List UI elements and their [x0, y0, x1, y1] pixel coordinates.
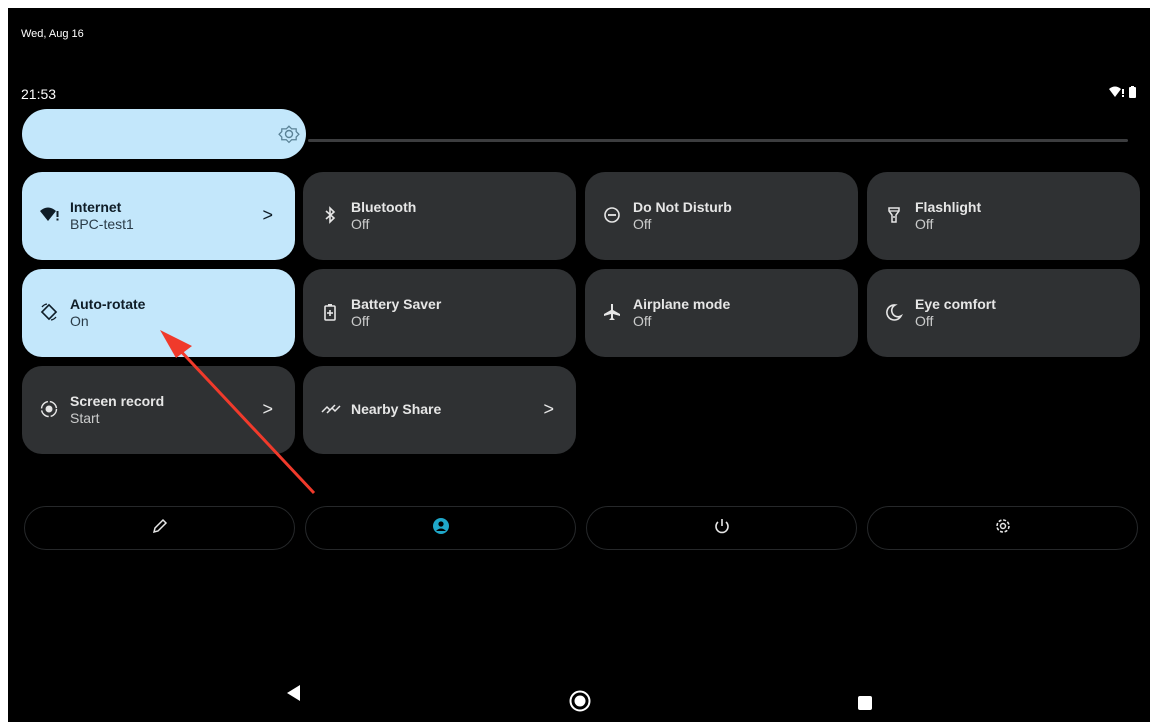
user-switcher-button[interactable] — [305, 506, 576, 550]
airplane-icon — [603, 303, 621, 321]
tile-status: Off — [633, 216, 652, 232]
tile-internet[interactable]: Internet BPC-test1 > — [22, 172, 295, 260]
status-icons — [1109, 86, 1136, 98]
back-button[interactable] — [286, 684, 302, 714]
tile-label: Eye comfort — [915, 296, 996, 312]
wifi-warning-icon — [1109, 86, 1125, 98]
tile-label: Internet — [70, 199, 122, 215]
wifi-warning-icon — [40, 206, 59, 224]
tile-status: On — [70, 313, 89, 329]
nearby-share-icon — [321, 400, 341, 418]
brightness-slider[interactable] — [22, 109, 306, 159]
edit-icon — [152, 518, 168, 539]
home-button[interactable] — [569, 690, 591, 720]
tile-status: Off — [351, 313, 370, 329]
tile-label: Nearby Share — [351, 401, 442, 417]
tile-do-not-disturb[interactable]: Do Not Disturb Off — [585, 172, 858, 260]
battery-saver-icon — [321, 303, 339, 321]
status-time: 21:53 — [21, 86, 57, 102]
tile-label: Do Not Disturb — [633, 199, 732, 215]
tile-bluetooth[interactable]: Bluetooth Off — [303, 172, 576, 260]
power-icon — [714, 518, 730, 539]
tile-status: Off — [633, 313, 652, 329]
recents-icon — [857, 696, 873, 715]
moon-icon — [885, 303, 903, 321]
bluetooth-icon — [321, 206, 339, 224]
tile-status: BPC-test1 — [70, 216, 134, 232]
tile-eye-comfort[interactable]: Eye comfort Off — [867, 269, 1140, 357]
tile-label: Auto-rotate — [70, 296, 146, 312]
tile-flashlight[interactable]: Flashlight Off — [867, 172, 1140, 260]
quick-settings-panel: Wed, Aug 16 21:53 Internet BPC-test1 > B… — [8, 8, 1150, 722]
brightness-icon — [278, 123, 300, 150]
tile-label: Bluetooth — [351, 199, 417, 215]
tile-status: Off — [351, 216, 370, 232]
tile-status: Off — [915, 216, 934, 232]
brightness-slider-track[interactable] — [308, 139, 1128, 142]
tile-status: Off — [915, 313, 934, 329]
recents-button[interactable] — [857, 695, 873, 722]
tile-auto-rotate[interactable]: Auto-rotate On — [22, 269, 295, 357]
user-icon — [432, 517, 450, 540]
tile-nearby-share[interactable]: Nearby Share > — [303, 366, 576, 454]
chevron-right-icon: > — [543, 399, 554, 419]
status-date: Wed, Aug 16 — [21, 28, 84, 40]
settings-button[interactable] — [867, 506, 1138, 550]
tile-screen-record[interactable]: Screen record Start > — [22, 366, 295, 454]
tile-label: Flashlight — [915, 199, 982, 215]
tile-airplane-mode[interactable]: Airplane mode Off — [585, 269, 858, 357]
back-icon — [286, 685, 302, 706]
flashlight-icon — [885, 206, 903, 224]
home-icon — [569, 690, 591, 716]
tile-label: Battery Saver — [351, 296, 442, 312]
power-button[interactable] — [586, 506, 857, 550]
rotate-icon — [40, 303, 58, 321]
tile-battery-saver[interactable]: Battery Saver Off — [303, 269, 576, 357]
edit-button[interactable] — [24, 506, 295, 550]
dnd-icon — [603, 206, 621, 224]
chevron-right-icon: > — [262, 399, 273, 419]
battery-icon — [1129, 86, 1136, 98]
screen-record-icon — [40, 400, 58, 418]
tile-label: Airplane mode — [633, 296, 731, 312]
settings-icon — [994, 517, 1012, 540]
chevron-right-icon: > — [262, 205, 273, 225]
tile-status: Start — [70, 410, 100, 426]
tile-label: Screen record — [70, 393, 165, 409]
